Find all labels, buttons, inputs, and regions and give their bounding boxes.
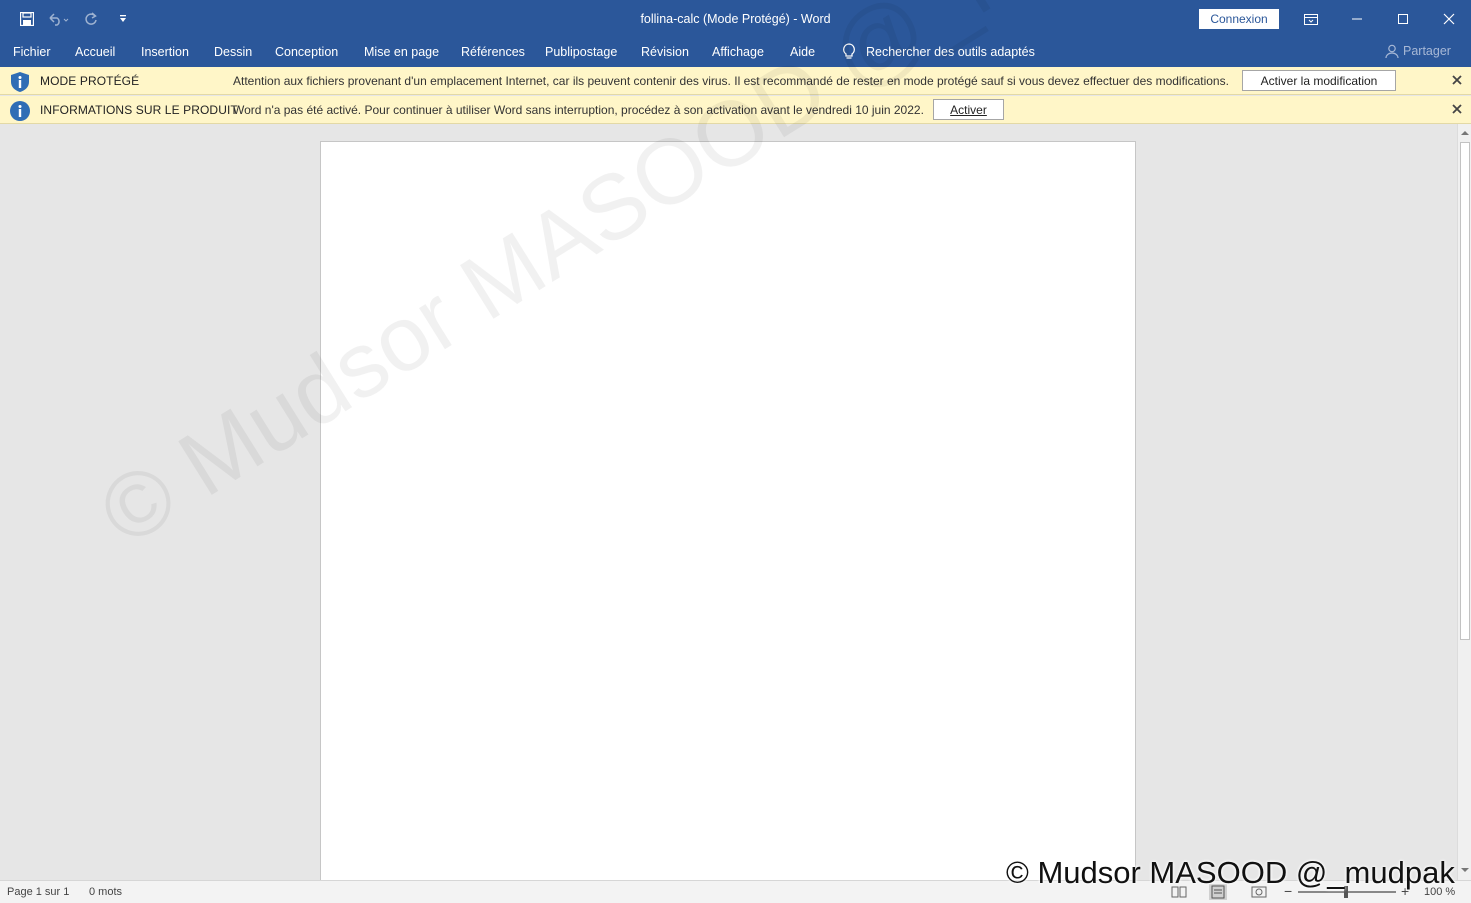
close-icon[interactable] [1450, 73, 1464, 87]
customize-qat-button[interactable] [110, 8, 136, 30]
ribbon-tabs: Fichier Accueil Insertion Dessin Concept… [0, 38, 1471, 67]
web-layout-button[interactable] [1250, 884, 1268, 900]
tab-insertion[interactable]: Insertion [141, 45, 189, 59]
tab-dessin[interactable]: Dessin [214, 45, 252, 59]
zoom-out-icon[interactable]: − [1284, 883, 1292, 899]
zoom-level[interactable]: 100 % [1424, 886, 1455, 898]
close-button[interactable] [1426, 0, 1471, 38]
word-count[interactable]: 0 mots [89, 886, 122, 898]
title-bar: follina-calc (Mode Protégé) - Word Conne… [0, 0, 1471, 38]
status-bar: Page 1 sur 1 0 mots − + 100 % [0, 880, 1471, 903]
read-mode-button[interactable] [1170, 884, 1188, 900]
customize-qat-icon [120, 15, 126, 22]
zoom-slider[interactable] [1298, 886, 1396, 898]
enable-editing-button[interactable]: Activer la modification [1242, 70, 1396, 91]
close-icon [1443, 13, 1455, 25]
print-layout-icon [1211, 885, 1225, 899]
tab-revision[interactable]: Révision [641, 45, 689, 59]
signin-button[interactable]: Connexion [1199, 9, 1279, 29]
print-layout-button[interactable] [1209, 884, 1227, 900]
share-label: Partager [1403, 44, 1451, 58]
save-icon [20, 12, 34, 26]
tab-fichier[interactable]: Fichier [13, 45, 51, 59]
info-icon [11, 72, 29, 92]
quick-access-toolbar [14, 8, 136, 30]
product-info-message: Word n'a pas été activé. Pour continuer … [233, 103, 924, 117]
minimize-icon [1352, 18, 1362, 20]
info-icon [10, 101, 30, 121]
tab-affichage[interactable]: Affichage [712, 45, 764, 59]
tab-conception[interactable]: Conception [275, 45, 338, 59]
document-page[interactable] [320, 141, 1136, 880]
minimize-button[interactable] [1334, 0, 1380, 38]
activate-button[interactable]: Activer [933, 99, 1004, 120]
product-info-bar: INFORMATIONS SUR LE PRODUIT Word n'a pas… [0, 96, 1471, 124]
ribbon-display-icon [1304, 13, 1318, 25]
undo-button[interactable] [46, 8, 72, 30]
redo-button[interactable] [78, 8, 104, 30]
share-button[interactable]: Partager [1385, 44, 1451, 58]
vertical-scrollbar[interactable] [1457, 124, 1471, 880]
zoom-in-icon[interactable]: + [1401, 883, 1409, 899]
scrollbar-thumb[interactable] [1460, 142, 1470, 640]
redo-icon [85, 12, 97, 25]
product-info-title: INFORMATIONS SUR LE PRODUIT [40, 103, 238, 117]
tab-publipostage[interactable]: Publipostage [545, 45, 617, 59]
ribbon-display-options-button[interactable] [1288, 0, 1334, 38]
page-count[interactable]: Page 1 sur 1 [7, 886, 69, 898]
read-mode-icon [1171, 886, 1187, 898]
zoom-slider-knob[interactable] [1344, 886, 1348, 898]
maximize-icon [1398, 14, 1408, 24]
document-area [0, 124, 1457, 880]
lightbulb-icon [843, 43, 855, 59]
scroll-down-icon[interactable] [1460, 865, 1470, 875]
tab-mise-en-page[interactable]: Mise en page [364, 45, 439, 59]
protected-view-title: MODE PROTÉGÉ [40, 74, 140, 88]
save-button[interactable] [14, 8, 40, 30]
tell-me-search[interactable]: Rechercher des outils adaptés [842, 43, 1035, 60]
close-icon[interactable] [1450, 102, 1464, 116]
protected-view-message: Attention aux fichiers provenant d'un em… [233, 74, 1229, 88]
web-layout-icon [1251, 886, 1267, 898]
scroll-up-icon[interactable] [1460, 128, 1470, 138]
protected-view-bar: MODE PROTÉGÉ Attention aux fichiers prov… [0, 67, 1471, 95]
maximize-button[interactable] [1380, 0, 1426, 38]
tab-accueil[interactable]: Accueil [75, 45, 115, 59]
person-icon [1385, 44, 1399, 58]
undo-icon [49, 13, 69, 26]
tell-me-label: Rechercher des outils adaptés [866, 44, 1035, 59]
tab-references[interactable]: Références [461, 45, 525, 59]
tab-aide[interactable]: Aide [790, 45, 815, 59]
